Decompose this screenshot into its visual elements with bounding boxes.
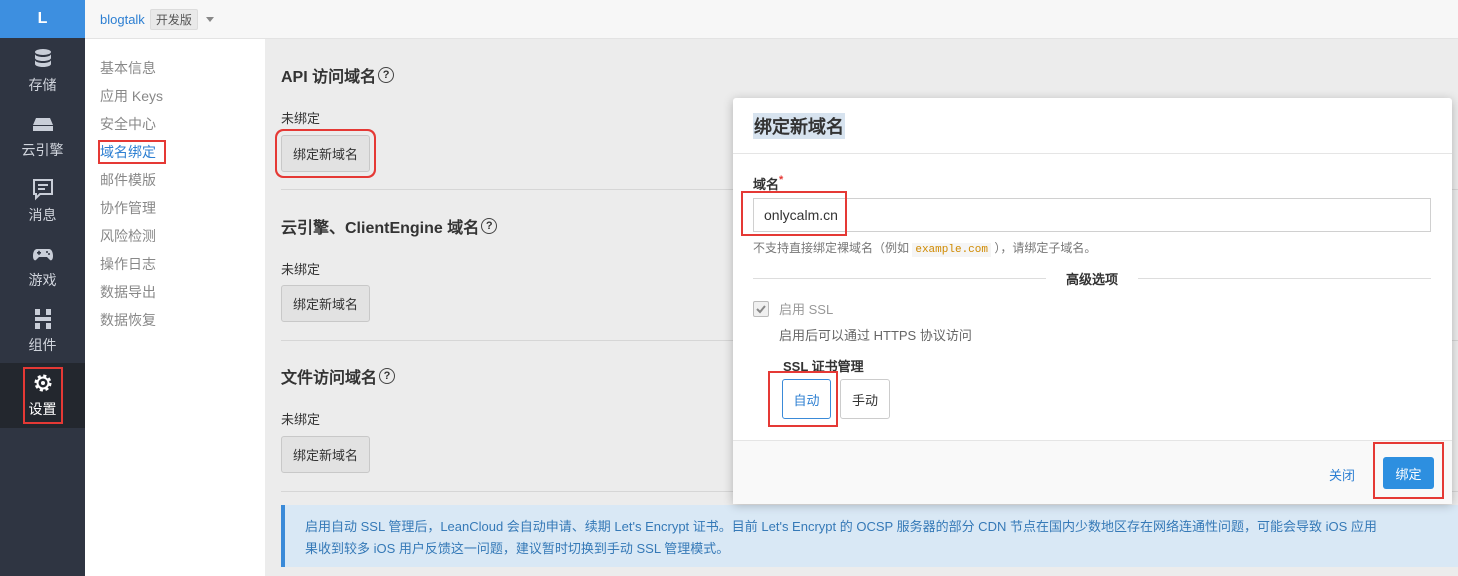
settings-submenu: 基本信息 应用 Keys 安全中心 域名绑定 邮件模版 协作管理 风险检测 操作… [85, 39, 265, 576]
main-sidebar: L 存储 云引擎 消息 游戏 组件 设置 [0, 0, 85, 576]
nav-message[interactable]: 消息 [0, 168, 85, 233]
domain-input-highlight [741, 191, 847, 236]
submenu-item-operation-log[interactable]: 操作日志 [100, 250, 265, 278]
submenu-item-email-template[interactable]: 邮件模版 [100, 166, 265, 194]
advanced-options-divider: 高级选项 [753, 270, 1432, 287]
cert-auto-highlight [768, 371, 838, 427]
message-icon [32, 178, 53, 200]
app-logo[interactable]: L [0, 0, 85, 38]
close-button[interactable]: 关闭 [1329, 465, 1355, 484]
nav-cloud-engine-label: 云引擎 [21, 141, 64, 158]
bind-domain-modal: 绑定新域名 域名* onlycalm.cn 不支持直接绑定裸域名（例如 exam… [733, 98, 1452, 504]
modal-footer: 关闭 绑定 [733, 440, 1452, 504]
nav-cloud-engine[interactable]: 云引擎 [0, 103, 85, 168]
enable-ssl-label: 启用 SSL [779, 302, 834, 317]
submenu-item-security[interactable]: 安全中心 [100, 110, 265, 138]
submenu-item-domain-binding-label: 域名绑定 [98, 140, 166, 164]
domain-label-text: 域名 [753, 177, 780, 192]
cert-manual-option[interactable]: 手动 [840, 379, 890, 419]
domain-input[interactable]: onlycalm.cn [753, 198, 1431, 232]
nav-component-label: 组件 [28, 336, 57, 353]
nav-storage-label: 存储 [28, 76, 57, 93]
help-prefix: 不支持直接绑定裸域名（例如 [753, 241, 910, 255]
submenu-item-app-keys[interactable]: 应用 Keys [100, 82, 265, 110]
submenu-item-basic-info[interactable]: 基本信息 [100, 54, 265, 82]
nav-settings-highlight: 设置 [22, 367, 63, 424]
section-title: 云引擎、ClientEngine 域名 [281, 220, 480, 237]
app-name[interactable]: blogtalk [100, 12, 145, 27]
help-suffix: ），请绑定子域名。 [994, 241, 1097, 255]
modal-title: 绑定新域名 [753, 112, 845, 139]
help-icon[interactable]: ? [379, 368, 396, 384]
bind-new-domain-button[interactable]: 绑定新域名 [281, 135, 371, 172]
nav-settings[interactable]: 设置 [0, 363, 85, 428]
chevron-down-icon[interactable] [205, 16, 214, 22]
example-domain-code: example.com [912, 243, 991, 257]
help-icon[interactable]: ? [378, 67, 395, 83]
nav-storage[interactable]: 存储 [0, 38, 85, 103]
modal-header: 绑定新域名 [733, 98, 1452, 154]
top-bar: blogtalk 开发版 [85, 0, 1458, 39]
server-icon [32, 117, 53, 131]
submenu-item-collaboration[interactable]: 协作管理 [100, 194, 265, 222]
nav-component[interactable]: 组件 [0, 298, 85, 363]
nav-settings-label: 设置 [28, 401, 57, 417]
submenu-item-data-export[interactable]: 数据导出 [100, 278, 265, 306]
bind-new-domain-button[interactable]: 绑定新域名 [281, 436, 371, 473]
ssl-description: 启用后可以通过 HTTPS 协议访问 [779, 328, 972, 343]
checkbox-checked-icon[interactable] [753, 300, 769, 317]
bind-button-highlight [1373, 442, 1444, 499]
enable-ssl-checkbox[interactable]: 启用 SSL [753, 299, 833, 318]
env-badge: 开发版 [149, 8, 198, 30]
gear-icon [34, 374, 51, 392]
submenu-item-domain-binding[interactable]: 域名绑定 [98, 138, 265, 166]
notice-line: 果收到较多 iOS 用户反馈这一问题，建议暂时切换到手动 SSL 管理模式。 [305, 541, 730, 556]
section-title: API 访问域名 [281, 69, 377, 86]
required-mark: * [779, 174, 784, 186]
submenu-item-data-restore[interactable]: 数据恢复 [100, 306, 265, 334]
nav-message-label: 消息 [28, 206, 57, 223]
help-icon[interactable]: ? [481, 218, 498, 234]
ssl-notice: 启用自动 SSL 管理后，LeanCloud 会自动申请、续期 Let's En… [281, 505, 1458, 567]
gamepad-icon [32, 248, 53, 260]
nav-game[interactable]: 游戏 [0, 233, 85, 298]
domain-help-text: 不支持直接绑定裸域名（例如 example.com ），请绑定子域名。 [753, 239, 1097, 257]
submenu-item-risk-detection[interactable]: 风险检测 [100, 222, 265, 250]
advanced-options-label: 高级选项 [1066, 271, 1119, 287]
notice-line: 启用自动 SSL 管理后，LeanCloud 会自动申请、续期 Let's En… [305, 519, 1377, 534]
bind-new-domain-button[interactable]: 绑定新域名 [281, 285, 371, 322]
section-title: 文件访问域名 [281, 370, 378, 387]
nav-game-label: 游戏 [28, 271, 57, 288]
database-icon [34, 48, 51, 67]
component-icon [34, 308, 51, 329]
